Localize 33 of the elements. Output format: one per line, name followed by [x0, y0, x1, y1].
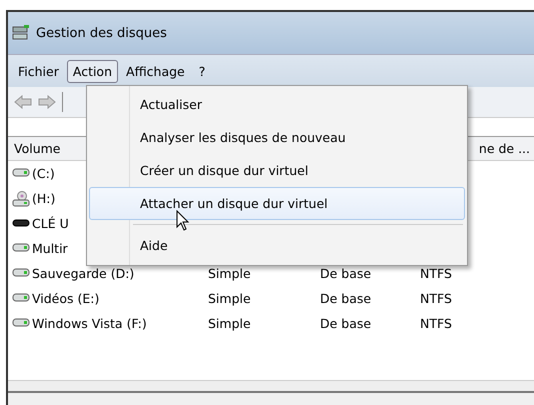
table-cell: NTFS: [420, 291, 452, 306]
table-cell-text: Sauvegarde (D:): [32, 266, 136, 281]
menu-item[interactable]: Créer un disque dur virtuel: [89, 154, 465, 187]
table-cell-text: De base: [320, 316, 372, 331]
menu-item[interactable]: Fichier: [12, 60, 65, 82]
table-cell-text: Simple: [208, 266, 252, 281]
horizontal-scrollbar[interactable]: [8, 380, 534, 393]
menu-item[interactable]: Actualiser: [89, 88, 465, 121]
menu-item[interactable]: Affichage: [120, 60, 191, 82]
column-header[interactable]: ne de ...: [472, 137, 534, 160]
table-cell: (H:): [32, 191, 56, 206]
optical-drive-icon: [12, 190, 30, 206]
table-cell: Multir: [32, 241, 68, 256]
window-title: Gestion des disques: [36, 26, 167, 40]
forward-arrow-icon[interactable]: [38, 95, 56, 109]
table-cell-text: Windows Vista (F:): [32, 316, 148, 331]
back-arrow-icon[interactable]: [14, 95, 32, 109]
table-cell: NTFS: [420, 316, 452, 331]
menu-item[interactable]: Analyser les disques de nouveau: [89, 121, 465, 154]
table-cell-text: Vidéos (E:): [32, 291, 100, 306]
disk-management-icon: [12, 25, 30, 41]
mouse-cursor-icon: [176, 210, 190, 232]
table-cell-text: De base: [320, 266, 372, 281]
menu-item[interactable]: ?: [192, 60, 212, 82]
menu-item[interactable]: Action: [66, 60, 118, 82]
table-cell-text: De base: [320, 291, 372, 306]
menu-item[interactable]: Aide: [89, 229, 465, 262]
table-cell: (C:): [32, 166, 55, 181]
table-cell: NTFS: [420, 266, 452, 281]
table-cell-text: Simple: [208, 316, 252, 331]
menu-item[interactable]: Attacher un disque dur virtuel: [89, 187, 465, 220]
table-cell: CLÉ U: [32, 216, 69, 231]
table-cell-text: Simple: [208, 291, 252, 306]
